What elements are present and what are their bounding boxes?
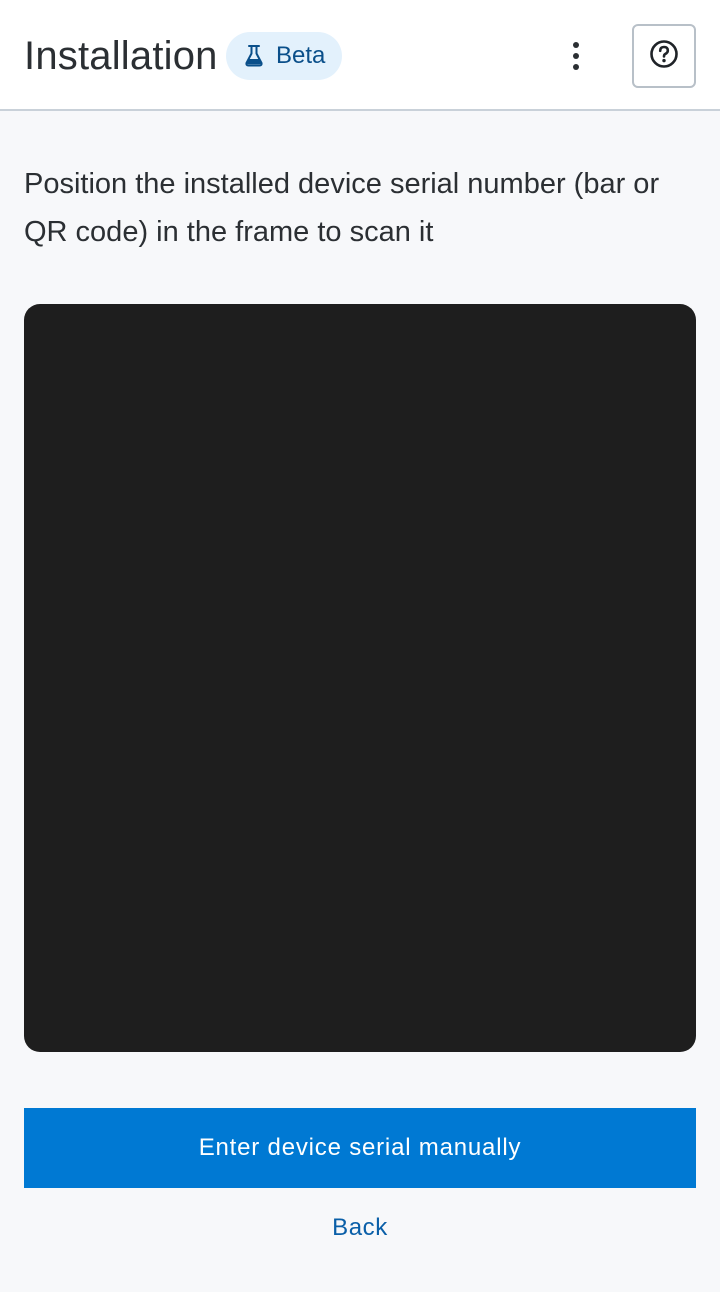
- enter-serial-manually-button[interactable]: Enter device serial manually: [24, 1108, 696, 1188]
- question-circle-icon: [649, 39, 679, 74]
- help-button[interactable]: [632, 24, 696, 88]
- vertical-dots-icon-dot: [573, 53, 579, 59]
- beta-badge: Beta: [226, 32, 342, 80]
- more-options-button[interactable]: [552, 30, 600, 82]
- beta-label: Beta: [276, 42, 326, 69]
- page-title: Installation: [24, 34, 218, 78]
- scanner-viewfinder[interactable]: [24, 304, 696, 1052]
- vertical-dots-icon-dot: [573, 64, 579, 70]
- flask-icon: [244, 45, 264, 67]
- vertical-dots-icon: [573, 42, 579, 48]
- back-link[interactable]: Back: [0, 1208, 720, 1248]
- scan-instructions: Position the installed device serial num…: [24, 168, 660, 248]
- app-header: Installation Beta: [0, 0, 720, 111]
